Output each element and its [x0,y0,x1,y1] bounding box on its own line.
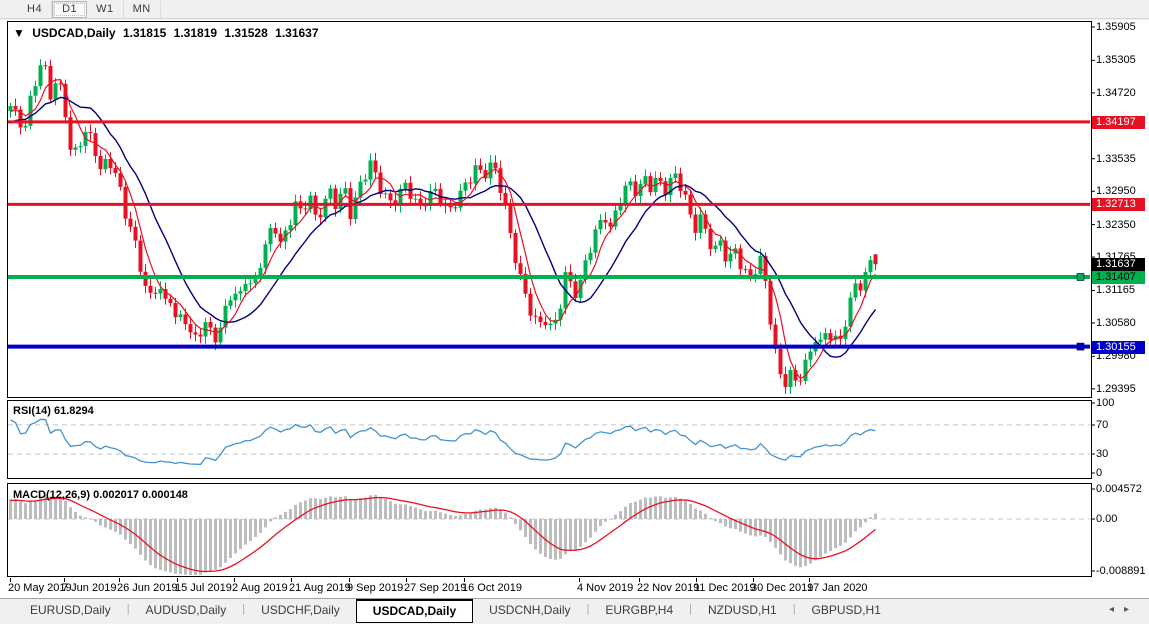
macd-label: MACD(12,26,9) 0.002017 0.000148 [13,489,188,501]
date-label: 16 Oct 2019 [462,582,522,594]
date-label: 17 Jan 2020 [807,582,868,594]
price-axis-tick: 1.33535 [1096,153,1136,165]
tab-gbpusd[interactable]: GBPUSD,H1 [796,600,897,621]
hline-price-tag: 1.32713 [1092,198,1145,211]
price-axis-tick: 1.31165 [1096,284,1135,296]
price-axis-tick: 1.35305 [1096,54,1136,66]
date-label: 26 Jun 2019 [117,582,178,594]
terminal-window: H4D1W1MN ▼ USDCAD,Daily 1.31815 1.31819 … [0,0,1149,624]
price-axis-tick: 1.34720 [1096,87,1136,99]
rsi-name: RSI(14) [13,405,51,417]
date-label: 9 Sep 2019 [347,582,403,594]
chart-title: ▼ USDCAD,Daily 1.31815 1.31819 1.31528 1… [13,26,319,40]
macd-axis-tick: 0.004572 [1096,483,1142,495]
rsi-panel[interactable] [7,400,1092,479]
chart-content: ▼ USDCAD,Daily 1.31815 1.31819 1.31528 1… [0,20,1149,598]
price-axis-tick: 1.32350 [1096,219,1136,231]
timeframe-toolbar: H4D1W1MN [0,0,1149,19]
date-label: 11 Dec 2019 [694,582,756,594]
macd-main-value: 0.002017 [93,489,139,501]
date-label: 21 Aug 2019 [289,582,351,594]
tab-nzdusd[interactable]: NZDUSD,H1 [692,600,793,621]
timeframe-button-d1[interactable]: D1 [52,1,87,18]
macd-axis-tick: -0.008891 [1096,565,1146,577]
macd-name: MACD(12,26,9) [13,489,90,501]
tab-eurusd[interactable]: EURUSD,Daily [14,600,127,621]
current-price-tag: 1.31637 [1092,258,1145,271]
rsi-axis-tick: 0 [1096,467,1102,479]
tab-scroll-arrows: ◂▸ [1109,604,1139,615]
rsi-label: RSI(14) 61.8294 [13,405,94,417]
chart-tabbar: EURUSD,Daily|AUDUSD,Daily|USDCHF,DailyUS… [0,598,1149,624]
rsi-axis-tick: 70 [1096,419,1108,431]
collapse-indicators-icon[interactable]: ▼ [13,26,25,40]
price-axis-tick: 1.32950 [1096,185,1136,197]
date-label: 7 Jun 2019 [62,582,116,594]
price-axis-tick: 1.35905 [1096,21,1136,33]
tab-usdchf[interactable]: USDCHF,Daily [245,600,356,621]
tab-eurgbp[interactable]: EURGBP,H4 [589,600,689,621]
date-label: 2 Aug 2019 [232,582,288,594]
hline-price-tag: 1.30155 [1092,341,1145,354]
date-label: 4 Nov 2019 [577,582,633,594]
chart-symbol: USDCAD,Daily [32,26,115,40]
macd-signal-value: 0.000148 [142,489,188,501]
date-label: 30 Dec 2019 [751,582,813,594]
price-axis-tick: 1.29395 [1096,383,1136,395]
hline-price-tag: 1.34197 [1092,116,1145,129]
tab-scroll-left-icon[interactable]: ◂ [1109,604,1124,615]
quote-close: 1.31637 [275,26,318,40]
rsi-value: 61.8294 [54,405,94,417]
quote-low: 1.31528 [224,26,267,40]
rsi-axis-tick: 30 [1096,448,1108,460]
timeframe-button-w1[interactable]: W1 [87,1,124,18]
macd-axis-tick: 0.00 [1096,513,1117,525]
hline-price-tag: 1.31407 [1092,271,1145,284]
tab-usdcad[interactable]: USDCAD,Daily [356,599,473,623]
date-axis: 20 May 20197 Jun 201926 Jun 201915 Jul 2… [0,578,1149,598]
quote-high: 1.31819 [174,26,217,40]
date-label: 22 Nov 2019 [637,582,699,594]
rsi-axis-tick: 100 [1096,397,1114,409]
date-label: 15 Jul 2019 [175,582,232,594]
tab-scroll-right-icon[interactable]: ▸ [1124,604,1139,615]
timeframe-button-h4[interactable]: H4 [18,1,52,18]
quote-open: 1.31815 [123,26,166,40]
date-label: 27 Sep 2019 [404,582,466,594]
timeframe-button-mn[interactable]: MN [124,1,161,18]
price-panel[interactable] [7,21,1092,398]
tab-usdcnh[interactable]: USDCNH,Daily [473,600,586,621]
price-axis-tick: 1.30580 [1096,317,1136,329]
tab-audusd[interactable]: AUDUSD,Daily [130,600,243,621]
